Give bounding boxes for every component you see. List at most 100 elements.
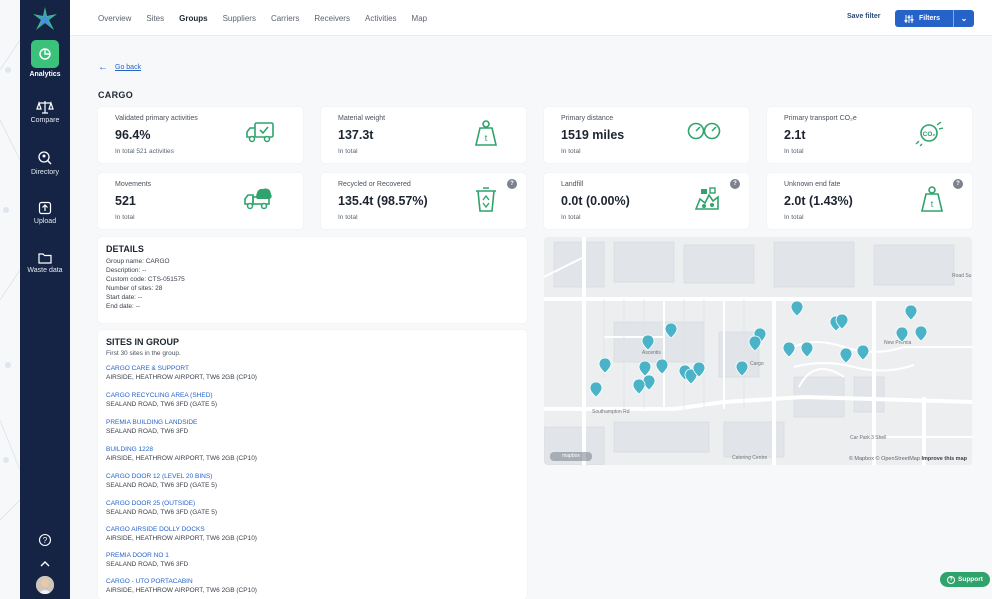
sidebar-item-waste-data[interactable]: Waste data [20,252,70,274]
tab-suppliers[interactable]: Suppliers [223,14,256,23]
chevron-down-icon[interactable]: ⌄ [954,14,974,23]
kpi-subtitle: In total [784,214,804,221]
save-filter-button[interactable]: Save filter [847,13,880,20]
sidebar-item-analytics[interactable]: Analytics [20,40,70,78]
sidebar-item-directory[interactable]: Directory [20,150,70,176]
improve-map-link[interactable]: Improve this map [921,456,967,462]
kpi-label: Movements [115,181,152,188]
kpi-subtitle: In total [561,214,581,221]
sites-title: SITES IN GROUP [106,337,180,347]
kpi-value: 2.0t (1.43%) [784,194,853,208]
help-question-icon[interactable]: ? [507,179,517,189]
kpi-card-primary-transport-co2e: Primary transport CO₂e 2.1t In total CO₂ [767,107,972,163]
help-circle-icon[interactable]: ? [38,533,52,547]
analytics-icon [39,48,51,60]
app-logo-star-icon[interactable] [32,6,58,32]
site-address: SEALAND ROAD, TW6 3FD (GATE 5) [106,401,218,408]
site-link[interactable]: PREMIA DOOR NO 1 [106,552,169,559]
support-button[interactable]: ? Support [940,572,990,587]
kpi-value: 0.0t (0.00%) [561,194,630,208]
kpi-label: Landfill [561,181,584,188]
detail-start-date: Start date: -- [106,294,143,301]
tab-receivers[interactable]: Receivers [314,14,350,23]
gauge-icon [687,122,721,140]
kpi-value: 135.4t (98.57%) [338,194,428,208]
site-address: SEALAND ROAD, TW6 3FD [106,428,189,435]
kpi-subtitle: In total [338,148,358,155]
filter-sliders-icon [904,14,914,23]
help-question-icon[interactable]: ? [953,179,963,189]
help-question-icon[interactable]: ? [730,179,740,189]
arrow-left-icon: ← [98,62,108,73]
map-label-catering-centre: Catering Centre [732,455,768,461]
map-canvas[interactable]: Ascentis Cargo New Premia Southampton Rd… [544,237,972,465]
avatar[interactable] [36,576,54,594]
kpi-label: Unknown end fate [784,181,841,188]
detail-group-name: Group name: CARGO [106,258,170,265]
mapbox-logo[interactable]: mapbox [550,452,592,461]
site-link[interactable]: BUILDING 1228 [106,446,153,453]
details-card: DETAILS Group name: CARGO Description: -… [98,237,527,323]
filters-label: Filters [919,15,941,22]
kpi-label: Material weight [338,115,386,122]
chevron-up-icon[interactable] [40,560,50,568]
help-question-icon: ? [947,575,956,584]
map-label-car-park-3-shell: Car Park 3 Shell [850,435,886,441]
support-label: Support [958,576,983,583]
site-link[interactable]: CARGO DOOR 12 (LEVEL 20 BINS) [106,473,212,480]
tab-groups[interactable]: Groups [179,14,207,23]
kpi-subtitle: In total [338,214,358,221]
kpi-label: Primary transport CO₂e [784,115,857,122]
map-label-new-premia: New Premia [884,340,911,346]
sidebar-item-label: Directory [30,169,59,176]
go-back-label: Go back [115,64,142,71]
go-back-link[interactable]: ← Go back [98,62,141,73]
tab-map[interactable]: Map [412,14,428,23]
svg-text:CO₂: CO₂ [923,131,936,138]
site-link[interactable]: CARGO - UTO PORTACABIN [106,578,193,585]
sidebar-item-compare[interactable]: Compare [20,100,70,124]
kpi-card-unknown-end-fate: Unknown end fate 2.0t (1.43%) In total ?… [767,173,972,229]
kpi-card-primary-distance: Primary distance 1519 miles In total [544,107,749,163]
filters-button[interactable]: Filters ⌄ [895,10,974,27]
sidebar-item-label: Waste data [27,267,63,274]
detail-number-of-sites: Number of sites: 28 [106,285,163,292]
truck-cargo-icon [244,188,272,210]
kpi-card-material-weight: Material weight 137.3t In total t [321,107,526,163]
details-title: DETAILS [106,244,144,254]
kpi-card-movements: Movements 521 In total [98,173,303,229]
site-address: SEALAND ROAD, TW6 3FD (GATE 5) [106,509,218,516]
top-navigation-bar: Overview Sites Groups Suppliers Carriers… [70,0,992,36]
map-label-southampton-rd: Southampton Rd [592,409,630,415]
user-avatar-image [36,576,54,594]
site-link[interactable]: PREMIA BUILDING LANDSIDE [106,419,197,426]
kpi-label: Primary distance [561,115,614,122]
compare-scale-icon [36,101,54,114]
map-label-cargo: Cargo [750,361,764,367]
map-label-road-su: Road Su [952,273,972,279]
kpi-value: 96.4% [115,128,151,142]
kpi-subtitle: In total 521 activities [115,148,174,155]
tab-overview[interactable]: Overview [98,14,131,23]
sites-map[interactable]: Ascentis Cargo New Premia Southampton Rd… [544,237,972,465]
directory-search-icon [38,151,52,165]
kpi-value: 521 [115,194,136,208]
site-address: AIRSIDE, HEATHROW AIRPORT, TW6 2GB (CP10… [106,374,257,381]
site-address: AIRSIDE, HEATHROW AIRPORT, TW6 2GB (CP10… [106,535,257,542]
landfill-icon [694,187,719,210]
tab-activities[interactable]: Activities [365,14,397,23]
sidebar-item-upload[interactable]: Upload [20,201,70,225]
site-link[interactable]: CARGO CARE & SUPPORT [106,365,189,372]
sidebar-item-label: Analytics [29,71,61,78]
kpi-value: 1519 miles [561,128,625,142]
sidebar: Analytics Compare Directory Upload Waste… [20,0,70,599]
site-address: SEALAND ROAD, TW6 3FD [106,561,189,568]
sites-subtitle: First 30 sites in the group. [106,350,181,357]
tab-sites[interactable]: Sites [146,14,164,23]
kpi-value: 2.1t [784,128,806,142]
tab-carriers[interactable]: Carriers [271,14,299,23]
site-link[interactable]: CARGO DOOR 25 (OUTSIDE) [106,500,195,507]
site-link[interactable]: CARGO AIRSIDE DOLLY DOCKS [106,526,205,533]
site-link[interactable]: CARGO RECYCLING AREA (SHED) [106,392,213,399]
svg-text:t: t [485,133,488,143]
